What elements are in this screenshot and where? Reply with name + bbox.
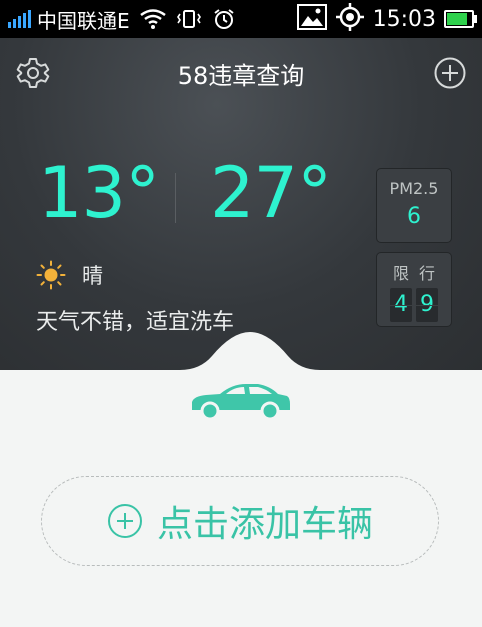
restriction-card: 限行 4 9 [376, 252, 452, 327]
app-header: 58违章查询 [0, 38, 482, 110]
panel-divider-curve [0, 332, 482, 370]
clock: 15:03 [372, 6, 436, 32]
wifi-icon [139, 9, 166, 29]
sun-icon [36, 260, 66, 290]
plus-circle-icon [107, 503, 143, 539]
battery-icon [444, 10, 477, 28]
alarm-icon [212, 8, 236, 30]
page-title: 58违章查询 [177, 62, 305, 90]
add-vehicle-label: 点击添加车辆 [156, 504, 373, 545]
high-temperature: 27° [210, 152, 332, 234]
plus-circle-icon[interactable] [434, 57, 466, 89]
restriction-digit: 4 [390, 288, 412, 322]
condition-text: 晴 [82, 264, 103, 288]
temperature-divider [175, 173, 176, 223]
add-vehicle-button[interactable]: 点击添加车辆 [41, 476, 439, 566]
weather-panel: 58违章查询 13° 27° 晴 天气不错，适宜洗车 PM2.5 6 限行 4 … [0, 38, 482, 370]
image-icon [296, 3, 327, 35]
restriction-label: 限行 [392, 264, 445, 283]
low-temperature: 13° [38, 152, 160, 234]
restriction-digit: 9 [416, 288, 438, 322]
vibrate-icon [176, 9, 202, 29]
pm25-card: PM2.5 6 [376, 168, 452, 243]
gps-icon [335, 2, 365, 37]
pm25-label: PM2.5 [389, 179, 439, 198]
weather-condition: 晴 [36, 260, 103, 290]
carrier-name: 中国联通E [37, 8, 130, 33]
status-bar: 中国联通E 15:03 [0, 0, 482, 38]
pm25-value: 6 [407, 204, 421, 229]
car-icon [192, 384, 290, 420]
signal-icon [8, 10, 31, 28]
